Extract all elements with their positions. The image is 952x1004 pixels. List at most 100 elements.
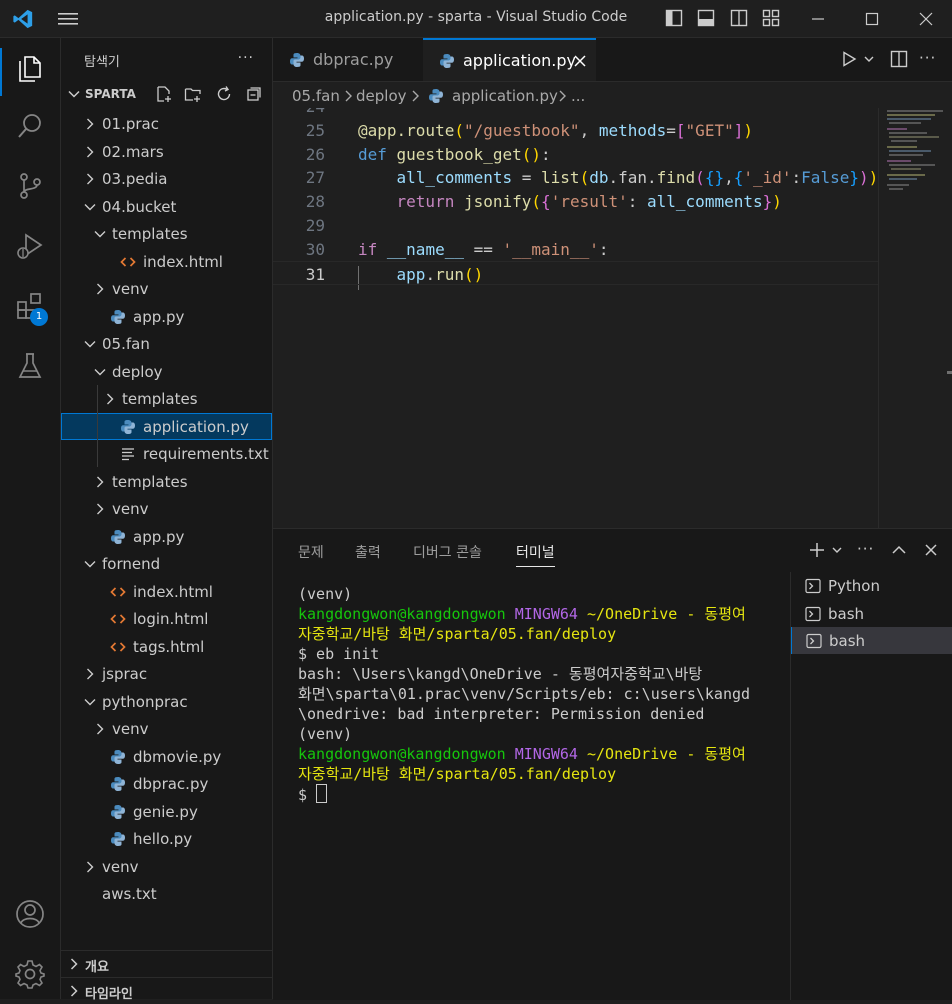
code-text: app.run() — [396, 264, 484, 284]
split-editor-icon[interactable] — [890, 50, 908, 68]
close-window-icon[interactable] — [913, 6, 939, 32]
toggle-panel-icon[interactable] — [697, 9, 715, 27]
new-folder-icon[interactable] — [184, 85, 202, 103]
tree-file[interactable]: app.py — [61, 523, 272, 550]
tree-file[interactable]: dbmovie.py — [61, 743, 272, 770]
search-icon[interactable] — [14, 110, 46, 142]
explorer-icon[interactable] — [14, 52, 46, 84]
settings-gear-icon[interactable] — [14, 958, 46, 990]
tree-folder[interactable]: fornend — [61, 550, 272, 577]
explorer-more-button[interactable]: ··· — [238, 50, 254, 66]
tab-label: application.py — [463, 51, 576, 70]
timeline-section[interactable]: 타임라인 — [61, 977, 272, 1004]
tree-folder[interactable]: templates — [61, 220, 272, 247]
vscode-logo-icon — [13, 9, 33, 29]
panel-more-icon[interactable]: ··· — [857, 540, 874, 558]
tree-item-label: index.html — [133, 582, 213, 601]
tree-file[interactable]: dbprac.py — [61, 770, 272, 797]
toggle-primary-sidebar-icon[interactable] — [665, 9, 683, 27]
tab-problems[interactable]: 문제 — [298, 542, 324, 562]
tree-file[interactable]: requirements.txt — [61, 440, 272, 467]
tree-folder[interactable]: templates — [61, 468, 272, 495]
tree-folder[interactable]: 02.mars — [61, 138, 272, 165]
refresh-icon[interactable] — [215, 85, 233, 103]
testing-icon[interactable] — [14, 350, 46, 382]
tree-file[interactable]: aws.txt — [61, 880, 272, 907]
terminal-line: 자중학교/바탕 화면/sparta/05.fan/deploy — [298, 765, 617, 783]
tree-folder[interactable]: deploy — [61, 358, 272, 385]
breadcrumb: 05.fan deploy application.py ... — [273, 82, 952, 108]
breadcrumb-item[interactable]: 05.fan — [292, 87, 340, 105]
html-file-icon — [110, 584, 126, 600]
terminal-line: 자중학교/바탕 화면/sparta/05.fan/deploy — [298, 625, 617, 643]
workspace-root[interactable]: SPARTA — [61, 83, 272, 105]
editor-more-icon[interactable]: ··· — [919, 49, 936, 67]
close-panel-icon[interactable] — [922, 541, 940, 559]
tab-terminal[interactable]: 터미널 — [516, 542, 555, 567]
chevron-down-icon[interactable] — [828, 541, 846, 559]
tree-folder[interactable]: jsprac — [61, 660, 272, 687]
toggle-secondary-sidebar-icon[interactable] — [730, 9, 748, 27]
terminal-instance[interactable]: bash — [791, 600, 952, 627]
tab-application[interactable]: application.py — [423, 38, 596, 81]
tab-debug-console[interactable]: 디버그 콘솔 — [413, 542, 482, 562]
terminal-line: (venv) — [298, 585, 353, 603]
tree-folder[interactable]: templates — [61, 385, 272, 412]
chevron-down-icon — [82, 199, 98, 215]
tree-item-label: requirements.txt — [143, 445, 269, 463]
run-python-icon[interactable] — [840, 50, 858, 68]
tree-folder[interactable]: 03.pedia — [61, 165, 272, 192]
terminal-line: 화면\sparta\01.prac\venv/Scripts/eb: c:\us… — [298, 685, 751, 703]
account-icon[interactable] — [14, 898, 46, 930]
minimap[interactable] — [878, 108, 952, 528]
breadcrumb-item[interactable]: deploy — [356, 87, 407, 105]
tree-item-label: 02.mars — [102, 142, 164, 161]
tree-folder[interactable]: 01.prac — [61, 110, 272, 137]
outline-section[interactable]: 개요 — [61, 950, 272, 977]
tree-file[interactable]: application.py — [61, 412, 272, 440]
tree-file[interactable]: genie.py — [61, 798, 272, 825]
python-file-icon — [110, 749, 126, 765]
tab-output[interactable]: 출력 — [355, 542, 381, 562]
run-debug-icon[interactable] — [14, 230, 46, 262]
tree-file[interactable]: login.html — [61, 605, 272, 632]
terminal-output[interactable]: (venv) kangdongwon@kangdongwon MINGW64 ~/… — [298, 584, 790, 804]
tree-file[interactable]: index.html — [61, 578, 272, 605]
minimize-icon[interactable] — [805, 6, 831, 32]
tree-folder[interactable]: 04.bucket — [61, 193, 272, 220]
maximize-icon[interactable] — [859, 6, 885, 32]
line-number: 26 — [305, 144, 325, 164]
breadcrumb-item[interactable]: ... — [571, 87, 585, 105]
terminal-instance[interactable]: bash — [791, 627, 952, 654]
chevron-down-icon — [82, 336, 98, 352]
new-file-icon[interactable] — [155, 85, 173, 103]
tab-dbprac[interactable]: dbprac.py — [273, 38, 422, 81]
tree-item-label: 04.bucket — [102, 197, 177, 216]
tree-folder[interactable]: venv — [61, 715, 272, 742]
tree-file[interactable]: tags.html — [61, 633, 272, 660]
tree-folder[interactable]: pythonprac — [61, 688, 272, 715]
tree-file[interactable]: hello.py — [61, 825, 272, 852]
tree-folder[interactable]: venv — [61, 853, 272, 880]
maximize-panel-icon[interactable] — [890, 541, 908, 559]
tree-folder[interactable]: venv — [61, 275, 272, 302]
menu-icon[interactable] — [57, 10, 79, 28]
tree-file[interactable]: index.html — [61, 248, 272, 275]
tree-folder[interactable]: 05.fan — [61, 330, 272, 357]
collapse-all-icon[interactable] — [245, 85, 263, 103]
tab-label: dbprac.py — [313, 50, 394, 69]
code-editor[interactable]: 24 25 @app.route("/guestbook", methods=["G… — [273, 108, 878, 528]
new-terminal-icon[interactable] — [808, 541, 826, 559]
chevron-right-icon — [92, 501, 108, 517]
source-control-icon[interactable] — [14, 170, 46, 202]
terminal-instance[interactable]: Python — [791, 572, 952, 599]
customize-layout-icon[interactable] — [762, 9, 780, 27]
close-icon[interactable] — [572, 53, 588, 69]
code-line: 26 def guestbook_get(): — [273, 142, 878, 166]
tree-file[interactable]: app.py — [61, 303, 272, 330]
breadcrumb-item[interactable]: application.py — [452, 87, 558, 105]
tree-folder[interactable]: venv — [61, 495, 272, 522]
terminal-instance-label: bash — [828, 604, 865, 623]
timeline-label: 타임라인 — [85, 987, 133, 1002]
chevron-down-icon[interactable] — [860, 50, 878, 68]
